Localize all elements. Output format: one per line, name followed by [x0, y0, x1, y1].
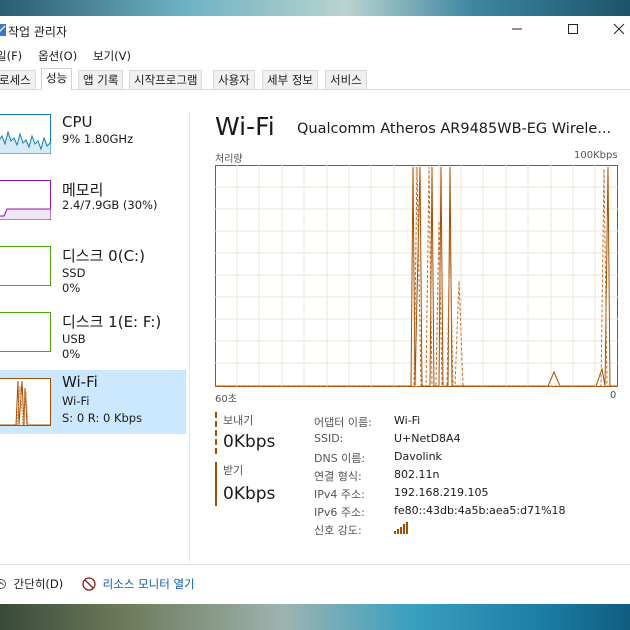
receive-value: 0Kbps — [223, 484, 276, 504]
signal-strength-icon — [394, 522, 408, 534]
throughput-label: 처리량 — [215, 154, 243, 165]
throughput-graph — [215, 165, 618, 387]
prop-value-dns: Davolink — [394, 450, 442, 463]
sidebar-disk-1-type: USB — [62, 332, 86, 346]
pane-divider[interactable] — [189, 112, 190, 562]
task-manager-window: 작업 관리자 일(F) 옵션(O) 보기(V) 로세스 성능 앱 기록 시작프로… — [0, 16, 630, 604]
tab-users[interactable]: 사용자 — [213, 70, 255, 89]
sidebar-memory-usage: 2.4/7.9GB (30%) — [62, 198, 158, 212]
sidebar-item-wifi[interactable]: Wi-Fi Wi-Fi S: 0 R: 0 Kbps — [0, 370, 186, 434]
prop-value-adapter: Wi-Fi — [394, 414, 421, 427]
sidebar-wifi-rate: S: 0 R: 0 Kbps — [62, 411, 143, 425]
fewer-details-label: 간단히(D) — [13, 577, 64, 591]
performance-sidebar: CPU 9% 1.80GHz 메모리 2.4/7.9GB (30%) 디스크 0… — [0, 92, 188, 552]
tab-details[interactable]: 세부 정보 — [262, 70, 318, 89]
sidebar-wifi-name: Wi-Fi — [62, 394, 90, 408]
tab-app-history[interactable]: 앱 기록 — [78, 70, 124, 89]
resource-monitor-icon — [82, 577, 96, 591]
zero-scale-label: 0 — [610, 390, 617, 401]
send-legend-bar — [215, 412, 217, 454]
sidebar-item-disk-0[interactable]: 디스크 0(C:) SSD 0% — [0, 242, 186, 306]
desktop-wallpaper-top — [0, 0, 630, 16]
receive-label: 받기 — [223, 464, 244, 477]
tab-processes[interactable]: 로세스 — [0, 70, 36, 89]
send-value: 0Kbps — [223, 432, 276, 452]
menu-view[interactable]: 보기(V) — [93, 48, 131, 64]
sidebar-disk-0-title: 디스크 0(C:) — [62, 247, 145, 265]
send-label: 보내기 — [223, 414, 254, 427]
prop-label-adapter: 어댑터 이름: — [314, 416, 372, 429]
wifi-thumbnail-graph — [0, 378, 51, 426]
window-title: 작업 관리자 — [8, 25, 68, 39]
adapter-name: Qualcomm Atheros AR9485WB-EG Wirele... — [297, 121, 612, 137]
chevron-up-icon — [0, 579, 6, 589]
send-stat: 보내기 0Kbps — [215, 412, 295, 462]
wifi-detail-panel: Wi-Fi Qualcomm Atheros AR9485WB-EG Wirel… — [196, 92, 630, 562]
sidebar-cpu-usage: 9% 1.80GHz — [62, 132, 134, 146]
sidebar-item-disk-1[interactable]: 디스크 1(E: F:) USB 0% — [0, 308, 186, 372]
sidebar-disk-1-usage: 0% — [62, 347, 81, 361]
task-manager-icon — [0, 24, 6, 36]
page-title: Wi-Fi — [215, 112, 275, 141]
prop-label-ssid: SSID: — [314, 432, 344, 445]
resource-monitor-label: 리소스 모니터 열기 — [102, 577, 195, 591]
cpu-thumbnail-graph — [0, 114, 51, 154]
open-resource-monitor-link[interactable]: 리소스 모니터 열기 — [82, 576, 195, 592]
desktop-wallpaper-bottom — [0, 604, 630, 630]
menu-bar: 일(F) 옵션(O) 보기(V) — [0, 46, 630, 66]
receive-legend-bar — [215, 462, 217, 506]
maximize-button[interactable] — [550, 16, 596, 46]
max-scale-label: 100Kbps — [574, 150, 618, 161]
prop-value-ipv6: fe80::43db:4a5b:aea5:d71%18 — [394, 504, 566, 517]
sidebar-disk-0-type: SSD — [62, 266, 86, 280]
minimize-icon — [512, 28, 522, 30]
receive-stat: 받기 0Kbps — [215, 462, 295, 514]
tab-startup[interactable]: 시작프로그램 — [129, 70, 203, 89]
sidebar-memory-title: 메모리 — [62, 181, 104, 199]
tab-performance[interactable]: 성능 — [41, 68, 73, 90]
sidebar-wifi-title: Wi-Fi — [62, 373, 98, 391]
close-button[interactable] — [596, 16, 630, 46]
prop-label-ipv6: IPv6 주소: — [314, 506, 365, 519]
footer-divider — [0, 564, 630, 565]
sidebar-item-memory[interactable]: 메모리 2.4/7.9GB (30%) — [0, 176, 186, 240]
prop-label-connection-type: 연결 형식: — [314, 470, 362, 483]
maximize-icon — [568, 24, 578, 34]
disk-1-thumbnail-graph — [0, 312, 51, 352]
menu-file[interactable]: 일(F) — [0, 48, 22, 64]
prop-label-signal: 신호 강도: — [314, 524, 362, 537]
fewer-details-button[interactable]: 간단히(D) — [0, 576, 63, 592]
tab-services[interactable]: 서비스 — [325, 70, 367, 89]
minimize-button[interactable] — [494, 16, 540, 46]
time-span-label: 60초 — [215, 394, 237, 405]
disk-0-thumbnail-graph — [0, 246, 51, 286]
prop-label-dns: DNS 이름: — [314, 452, 366, 465]
title-bar: 작업 관리자 — [0, 16, 630, 46]
menu-options[interactable]: 옵션(O) — [38, 48, 77, 64]
prop-label-ipv4: IPv4 주소: — [314, 488, 365, 501]
prop-value-ssid: U+NetD8A4 — [394, 432, 461, 445]
sidebar-disk-0-usage: 0% — [62, 281, 81, 295]
prop-value-connection-type: 802.11n — [394, 468, 440, 481]
tab-bar: 로세스 성능 앱 기록 시작프로그램 사용자 세부 정보 서비스 — [0, 67, 630, 90]
sidebar-item-cpu[interactable]: CPU 9% 1.80GHz — [0, 110, 186, 174]
sidebar-cpu-title: CPU — [62, 113, 93, 131]
sidebar-disk-1-title: 디스크 1(E: F:) — [62, 313, 162, 331]
memory-thumbnail-graph — [0, 180, 51, 220]
close-icon — [613, 23, 625, 35]
prop-value-ipv4: 192.168.219.105 — [394, 486, 489, 499]
